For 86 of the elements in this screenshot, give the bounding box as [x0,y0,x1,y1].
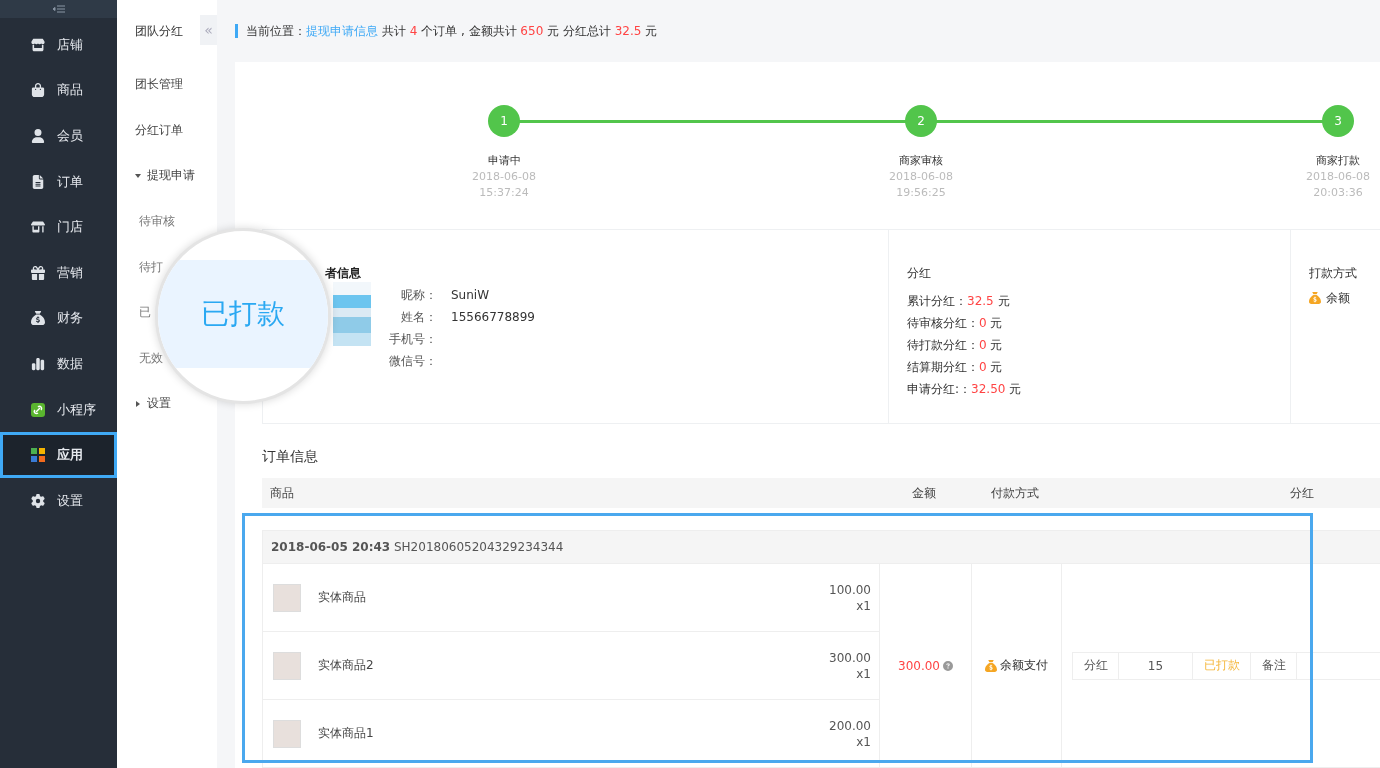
bar-chart-icon [31,356,45,371]
sidebar-item[interactable]: 会员 [0,113,117,159]
document-icon [31,174,45,189]
column-header: 金额 [911,484,937,502]
table-cell: 分红 [1073,652,1119,679]
section-title: 分红 [907,266,932,280]
status-cell: 已打款 [1193,652,1251,679]
step-circle: 3 [1322,105,1354,137]
caret-down-icon [135,173,141,179]
product-quantity: x1 [855,665,871,682]
column-header: 商品 [269,484,295,502]
sidebar-item[interactable]: 订单 [0,158,117,205]
money-bag-icon [31,311,45,326]
gift-icon [31,265,45,280]
product-quantity: x1 [855,733,871,750]
step-circle: 2 [905,105,937,137]
step-date: 2018-06-08 [472,169,536,185]
field-value: 15566778899 [451,310,535,324]
product-name: 实体商品 [318,589,367,606]
sidebar-item[interactable]: 营销 [0,249,117,296]
sidebar-item[interactable]: 门店 [0,204,117,250]
sidebar-item[interactable]: 设置 [0,478,117,524]
field-label: 微信号： [388,354,437,368]
product-name: 实体商品1 [318,725,375,742]
sidebar-item[interactable]: 店铺 [0,22,117,68]
step-time: 20:03:36 [1313,185,1363,201]
link-square-icon [31,402,45,417]
payment-method: 余额支付 [1000,657,1048,674]
submenu-item[interactable]: 团长管理 [117,62,217,108]
step-label: 申请中 [487,153,521,169]
avatar-placeholder [333,282,371,346]
section-title: 团队分红 [134,22,184,40]
field-label: 姓名： [400,310,437,324]
shop-icon [31,220,45,235]
step-label: 商家审核 [899,153,943,169]
step-circle: 1 [488,105,520,137]
step-date: 2018-06-08 [1306,169,1370,185]
help-icon[interactable] [943,660,953,671]
store-icon [31,37,45,52]
column-header: 付款方式 [990,484,1040,502]
section-title: 订单信息 [262,447,319,466]
sidebar-item[interactable]: 应用 [0,432,117,479]
section-title: 打款方式 [1309,266,1358,280]
settings-icon [31,494,45,509]
product-price: 200.00 [829,717,871,734]
product-price: 300.00 [829,649,871,666]
submenu-item[interactable]: 分红订单 [117,107,217,154]
sidebar-item[interactable]: 数据 [0,341,117,387]
dividend-line: 结算期分红：0 元 [907,359,1004,376]
bag-icon [31,83,45,98]
column-header: 分红 [1289,484,1315,502]
field-value: SuniW [451,288,491,302]
photo-placeholder [273,651,301,680]
sidebar-item[interactable]: 财务 [0,295,117,342]
step-time: 15:37:24 [479,185,529,201]
field-label: 昵称： [400,288,437,302]
breadcrumb-summary: 当前位置：提现申请信息 共计 4 个订单 , 金额共计 650 元 分红总计 32.5 元 [235,24,658,38]
money-bag-icon [1309,292,1321,304]
order-amount: 300.00 [898,658,940,673]
step-date: 2018-06-08 [889,169,953,185]
sidebar-item[interactable]: 小程序 [0,386,117,433]
table-cell: 备注 [1251,652,1297,679]
dividend-line: 累计分红：32.5 元 [907,293,1011,310]
product-name: 实体商品2 [318,657,375,674]
submenu-item[interactable]: 提现申请 [117,153,217,199]
section-title: 者信息 [325,266,362,280]
dividend-line: 待审核分红：0 元 [907,315,1004,332]
money-bag-icon [985,659,997,672]
payout-method: 余额 [1326,290,1350,306]
product-quantity: x1 [855,597,871,614]
table-cell: 15 [1119,652,1193,679]
field-label: 手机号： [388,332,437,346]
step-time: 19:56:25 [896,185,946,201]
sidebar-item[interactable]: 商品 [0,67,117,114]
dividend-line: 待打款分红：0 元 [907,337,1004,354]
magnified-label: 已打款 [201,296,285,332]
photo-placeholder [273,719,301,748]
user-icon [31,129,45,143]
menu-icon[interactable] [52,5,65,13]
photo-placeholder [273,583,301,612]
dividend-line: 申请分红:：32.50 元 [907,381,1023,398]
app-grid-icon [31,448,45,463]
step-label: 商家打款 [1316,153,1360,169]
product-price: 100.00 [829,581,871,598]
order-header: 2018-06-05 20:43 SH20180605204329234344 [271,540,564,554]
caret-right-icon [135,400,141,407]
